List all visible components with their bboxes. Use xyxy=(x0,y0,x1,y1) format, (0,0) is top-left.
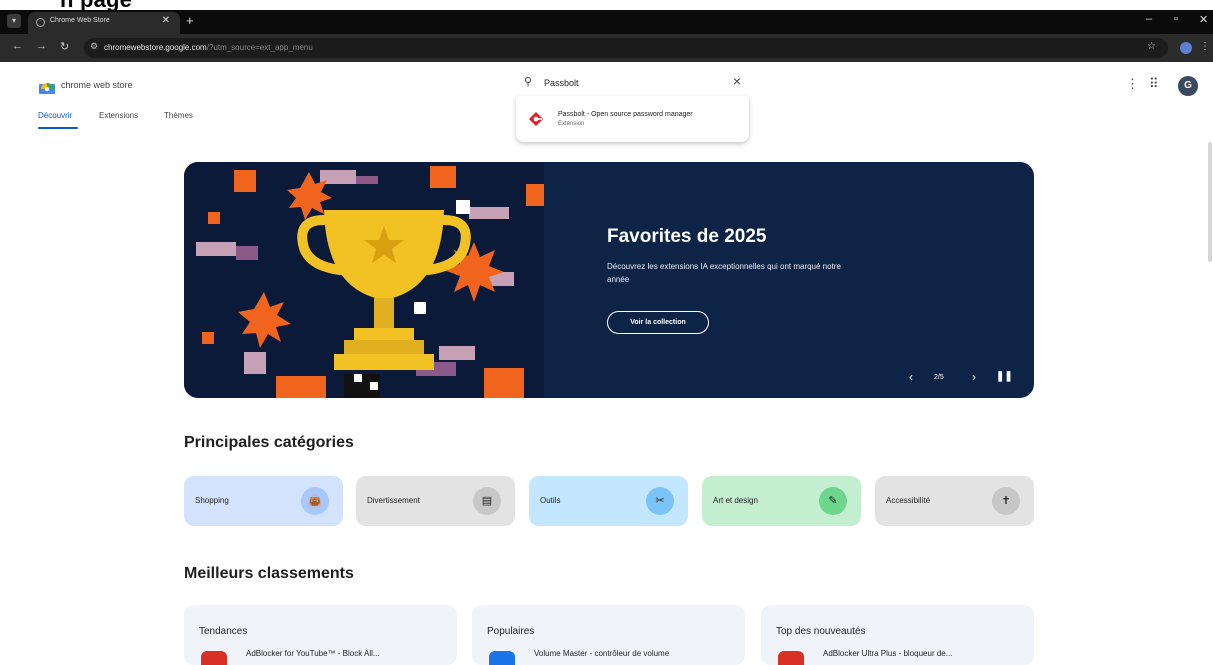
hero-description: Découvrez les extensions IA exceptionnel… xyxy=(607,262,841,284)
category-shopping[interactable]: Shopping 👜 xyxy=(184,476,343,526)
url-text: chromewebstore.google.com/?utm_source=ex… xyxy=(104,43,313,52)
url-path: /?utm_source=ext_app_menu xyxy=(206,43,313,52)
clear-search-icon[interactable]: × xyxy=(733,73,741,89)
top-banner: n page xyxy=(0,0,1213,10)
title-bar: ▾ Chrome Web Store ✕ + – ▫ ✕ xyxy=(0,10,1213,34)
bookmark-star-icon[interactable]: ☆ xyxy=(1147,41,1156,52)
omnibox[interactable]: ⚙ chromewebstore.google.com/?utm_source=… xyxy=(84,38,1168,58)
category-tools[interactable]: Outils ✂ xyxy=(529,476,688,526)
hero-title: Favorites de 2025 xyxy=(607,226,767,247)
carousel-prev-icon[interactable]: ‹ xyxy=(909,370,913,384)
search-input[interactable] xyxy=(544,74,714,92)
browser-menu-icon[interactable]: ⋮ xyxy=(1200,41,1210,52)
passbolt-logo-icon xyxy=(529,112,543,126)
category-entertainment[interactable]: Divertissement ▤ xyxy=(356,476,515,526)
search-icon: ⚲ xyxy=(524,76,533,88)
browser-tab[interactable]: Chrome Web Store ✕ xyxy=(28,12,180,34)
store-page: chrome web store Découvrir Extensions Th… xyxy=(0,62,1213,665)
adblocker-youtube-icon xyxy=(201,651,227,665)
shopping-bag-icon: 👜 xyxy=(301,487,329,515)
category-label: Art et design xyxy=(713,496,758,505)
apps-grid-icon[interactable]: ⠿ xyxy=(1149,76,1159,92)
tab-favicon-icon xyxy=(36,18,45,27)
calendar-icon: ▤ xyxy=(473,487,501,515)
site-info-icon[interactable]: ⚙ xyxy=(90,41,98,52)
url-domain: chromewebstore.google.com xyxy=(104,43,207,52)
category-label: Accessibilité xyxy=(886,496,931,505)
active-tab-indicator xyxy=(38,127,78,129)
minimize-icon[interactable]: – xyxy=(1146,13,1152,25)
carousel-next-icon[interactable]: › xyxy=(972,370,976,384)
hero-banner[interactable]: Favorites de 2025 Découvrez les extensio… xyxy=(184,162,1034,398)
ranking-item-name[interactable]: AdBlocker Ultra Plus - bloqueur de... xyxy=(823,649,952,658)
ranking-item-name[interactable]: Volume Master - contrôleur de volume xyxy=(534,649,669,658)
tab-title: Chrome Web Store xyxy=(50,17,110,24)
adblocker-ultra-icon xyxy=(778,651,804,665)
volume-master-icon xyxy=(489,651,515,665)
chrome-web-store-logo-icon[interactable] xyxy=(38,80,56,94)
category-label: Shopping xyxy=(195,496,229,505)
search-suggestion[interactable]: Passbolt - Open source password manager … xyxy=(516,96,749,142)
pencil-icon: ✎ xyxy=(819,487,847,515)
carousel-page: 2/5 xyxy=(934,374,944,381)
new-tab-icon[interactable]: + xyxy=(186,13,194,28)
window-close-icon[interactable]: ✕ xyxy=(1199,13,1208,26)
page-scrollbar[interactable] xyxy=(1207,62,1213,661)
category-accessibility[interactable]: Accessibilité ✝ xyxy=(875,476,1034,526)
ranking-title: Populaires xyxy=(487,626,535,637)
trophy-illustration xyxy=(184,162,544,398)
accessibility-icon: ✝ xyxy=(992,487,1020,515)
ranking-item-name[interactable]: AdBlocker for YouTube™ - Block All... xyxy=(246,649,380,658)
ranking-title: Top des nouveautés xyxy=(776,626,866,637)
tab-extensions[interactable]: Extensions xyxy=(99,111,138,120)
suggestion-name: Passbolt - Open source password manager xyxy=(558,111,693,118)
tab-themes[interactable]: Thèmes xyxy=(164,111,193,120)
store-logo-text[interactable]: chrome web store xyxy=(61,80,133,90)
categories-heading: Principales catégories xyxy=(184,434,354,451)
forward-icon[interactable]: → xyxy=(36,40,47,52)
ranking-new[interactable]: Top des nouveautés AdBlocker Ultra Plus … xyxy=(761,605,1034,665)
category-label: Divertissement xyxy=(367,496,420,505)
tab-close-icon[interactable]: ✕ xyxy=(162,15,170,26)
store-search[interactable]: ⚲ × xyxy=(516,70,749,96)
banner-text: n page xyxy=(60,0,132,10)
suggestion-type: Extension xyxy=(558,121,585,127)
tab-search-icon[interactable]: ▾ xyxy=(7,14,21,28)
reload-icon[interactable]: ↻ xyxy=(60,40,69,53)
rankings-heading: Meilleurs classements xyxy=(184,565,354,582)
tools-icon: ✂ xyxy=(646,487,674,515)
more-options-icon[interactable]: ⋮ xyxy=(1126,76,1139,92)
ranking-title: Tendances xyxy=(199,626,248,637)
view-collection-button[interactable]: Voir la collection xyxy=(607,311,709,334)
ranking-popular[interactable]: Populaires Volume Master - contrôleur de… xyxy=(472,605,745,665)
scrollbar-thumb[interactable] xyxy=(1208,142,1212,262)
maximize-icon[interactable]: ▫ xyxy=(1174,13,1178,25)
account-avatar[interactable]: G xyxy=(1178,76,1198,96)
address-bar-row: ← → ↻ ⚙ chromewebstore.google.com/?utm_s… xyxy=(0,34,1213,62)
carousel-pause-icon[interactable]: ❚❚ xyxy=(996,371,1013,382)
category-art-design[interactable]: Art et design ✎ xyxy=(702,476,861,526)
profile-extension-icon[interactable] xyxy=(1180,42,1192,54)
ranking-trending[interactable]: Tendances AdBlocker for YouTube™ - Block… xyxy=(184,605,457,665)
tab-discover[interactable]: Découvrir xyxy=(38,111,72,120)
category-label: Outils xyxy=(540,496,561,505)
back-icon[interactable]: ← xyxy=(12,40,23,52)
